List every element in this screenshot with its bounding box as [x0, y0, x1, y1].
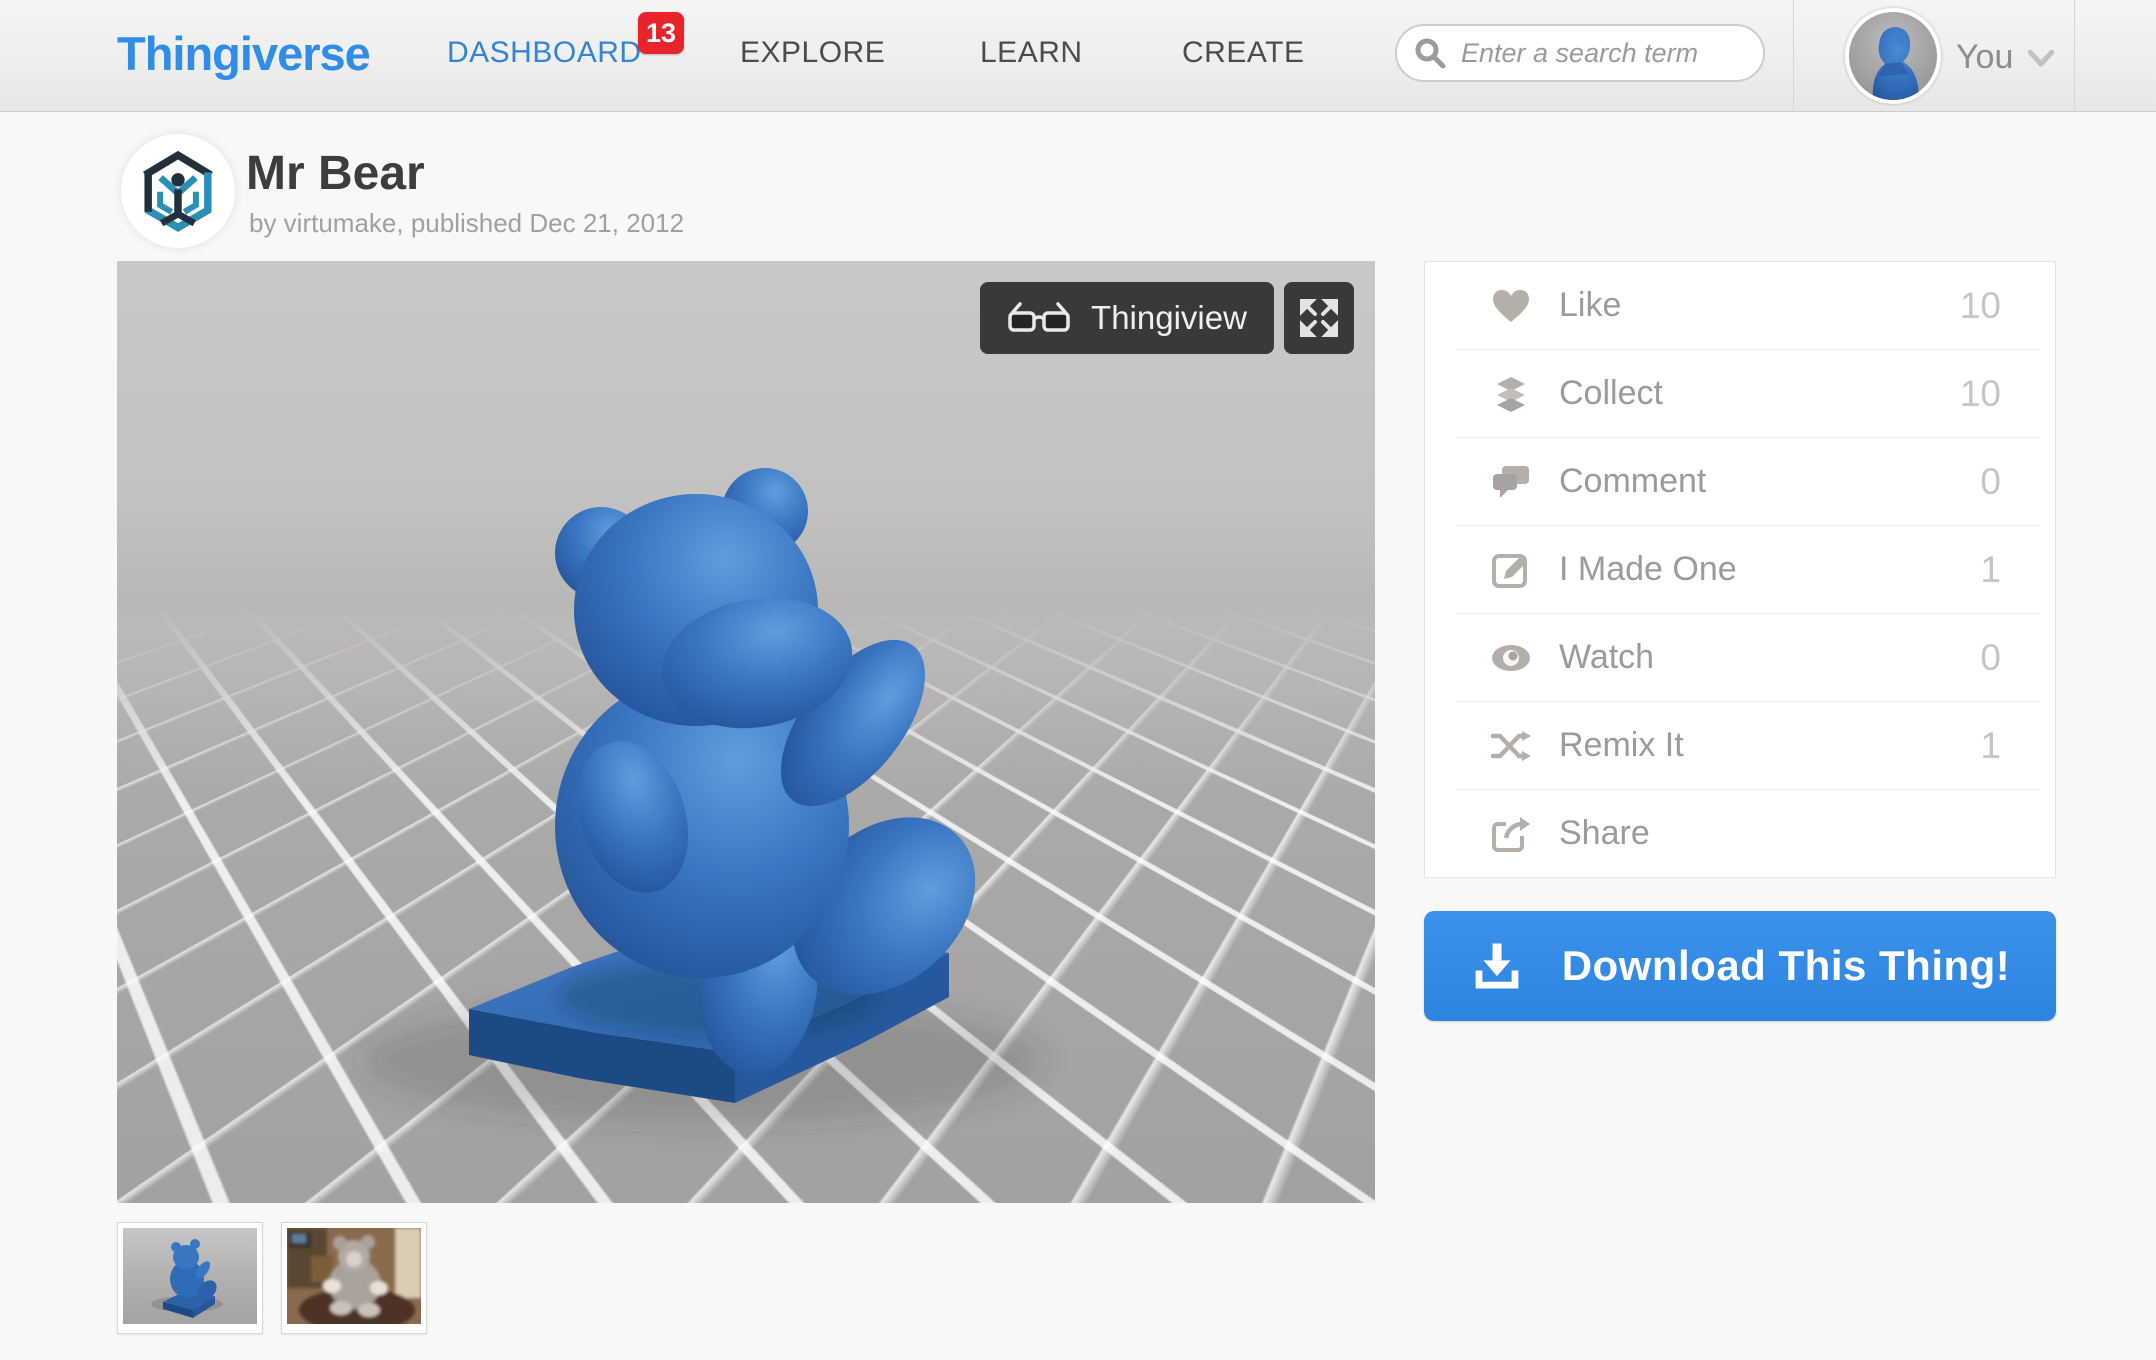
notification-badge: 13 [638, 12, 685, 54]
remix-button[interactable]: Remix It 1 [1425, 702, 2055, 789]
collect-button[interactable]: Collect 10 [1425, 350, 2055, 437]
expand-arrows-icon [1300, 299, 1338, 337]
action-label: Watch [1559, 638, 1655, 676]
search-box [1395, 24, 1765, 82]
nav-dashboard[interactable]: DASHBOARD [447, 36, 642, 70]
share-button[interactable]: Share [1425, 790, 2055, 877]
watch-button[interactable]: Watch 0 [1425, 614, 2055, 701]
action-label: Comment [1559, 462, 1707, 500]
header-divider [1793, 0, 1794, 112]
action-label: Like [1559, 286, 1622, 324]
virtumake-logo-icon [143, 150, 213, 232]
nav-learn[interactable]: LEARN [980, 36, 1083, 70]
user-avatar-bust-icon [1849, 12, 1937, 100]
action-label: Share [1559, 814, 1650, 852]
photo-thumbnail-image [287, 1228, 421, 1324]
top-nav-bar: Thingiverse DASHBOARD 13 EXPLORE LEARN C… [0, 0, 2156, 112]
nav-create[interactable]: CREATE [1182, 36, 1304, 70]
header-divider [2074, 0, 2075, 112]
like-button[interactable]: Like 10 [1425, 262, 2055, 349]
page-title: Mr Bear [246, 147, 425, 200]
thingiverse-logo[interactable]: Thingiverse [117, 26, 371, 81]
nav-explore[interactable]: EXPLORE [740, 36, 885, 70]
actions-sidebar: Like 10 Collect 10 Comment 0 I Made One … [1424, 261, 2056, 878]
i-made-one-button[interactable]: I Made One 1 [1425, 526, 2055, 613]
model-viewer: Thingiview [117, 261, 1375, 1203]
render-thumbnail[interactable] [117, 1222, 263, 1334]
download-label: Download This Thing! [1561, 942, 2011, 989]
action-count: 1 [1980, 548, 2001, 590]
search-input[interactable] [1459, 36, 1749, 70]
action-count: 0 [1980, 460, 2001, 502]
user-menu-label[interactable]: You [1956, 38, 2013, 77]
made-one-icon [1491, 552, 1531, 588]
watch-icon [1491, 644, 1531, 672]
download-button[interactable]: Download This Thing! [1424, 911, 2056, 1021]
collect-icon [1491, 376, 1531, 412]
download-icon [1475, 943, 1519, 989]
action-label: Collect [1559, 374, 1663, 412]
action-count: 0 [1980, 636, 2001, 678]
bear-model-render [362, 468, 1042, 1123]
share-icon [1491, 816, 1531, 852]
action-count: 10 [1959, 284, 2001, 326]
thingiview-button[interactable]: Thingiview [980, 282, 1274, 354]
user-avatar[interactable] [1845, 8, 1941, 104]
chevron-down-icon[interactable] [2028, 50, 2054, 68]
heart-icon [1491, 289, 1531, 323]
thingiverse-page: Thingiverse DASHBOARD 13 EXPLORE LEARN C… [0, 0, 2156, 1360]
action-count: 1 [1980, 724, 2001, 766]
action-count: 10 [1959, 372, 2001, 414]
creator-avatar[interactable] [121, 134, 235, 248]
byline: by virtumake, published Dec 21, 2012 [249, 208, 685, 238]
thingiview-label: Thingiview [1091, 299, 1247, 336]
action-label: I Made One [1559, 550, 1737, 588]
3d-glasses-icon [1008, 302, 1070, 332]
fullscreen-button[interactable] [1284, 282, 1354, 354]
comment-button[interactable]: Comment 0 [1425, 438, 2055, 525]
action-label: Remix It [1559, 726, 1684, 764]
search-icon [1415, 38, 1446, 69]
render-thumbnail-image [123, 1228, 257, 1324]
photo-thumbnail[interactable] [281, 1222, 427, 1334]
comment-icon [1491, 465, 1531, 499]
remix-icon [1491, 730, 1531, 762]
